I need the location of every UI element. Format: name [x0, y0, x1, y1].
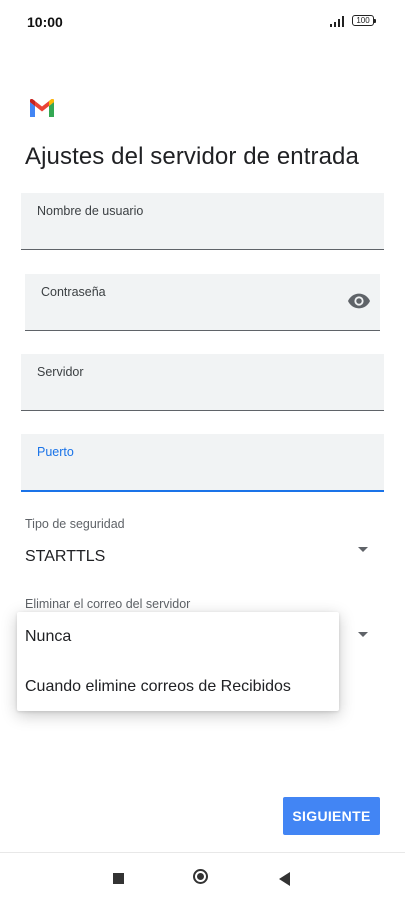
battery-level: 100 [356, 16, 370, 25]
chevron-down-icon[interactable] [358, 632, 368, 637]
eye-icon[interactable] [348, 293, 370, 309]
port-label: Puerto [37, 445, 74, 459]
security-type-value: STARTTLS [25, 548, 106, 565]
status-time: 10:00 [27, 14, 63, 30]
password-label: Contraseña [41, 285, 106, 299]
username-label: Nombre de usuario [37, 204, 144, 218]
menu-item-when-deleted-from-inbox[interactable]: Cuando elimine correos de Recibidos [25, 678, 291, 696]
page-title: Ajustes del servidor de entrada [25, 143, 359, 170]
recents-icon[interactable] [113, 873, 124, 884]
home-icon[interactable] [193, 869, 208, 884]
server-field[interactable]: Servidor [21, 354, 384, 411]
gmail-logo-icon [30, 99, 54, 117]
password-field[interactable]: Contraseña [25, 274, 380, 331]
navigation-bar [0, 852, 405, 903]
menu-item-never[interactable]: Nunca [25, 628, 71, 646]
next-button[interactable]: SIGUIENTE [283, 797, 380, 835]
security-type-label: Tipo de seguridad [25, 517, 125, 531]
chevron-down-icon[interactable] [358, 547, 368, 552]
battery-icon: 100 [352, 15, 376, 26]
back-icon[interactable] [279, 872, 290, 886]
signal-icon [330, 16, 344, 27]
status-bar: 10:00 100 [0, 0, 405, 44]
port-field[interactable]: Puerto [21, 434, 384, 492]
delete-from-server-label: Eliminar el correo del servidor [25, 597, 191, 611]
username-field[interactable]: Nombre de usuario [21, 193, 384, 250]
server-label: Servidor [37, 365, 84, 379]
delete-options-menu: Nunca Cuando elimine correos de Recibido… [17, 612, 339, 711]
